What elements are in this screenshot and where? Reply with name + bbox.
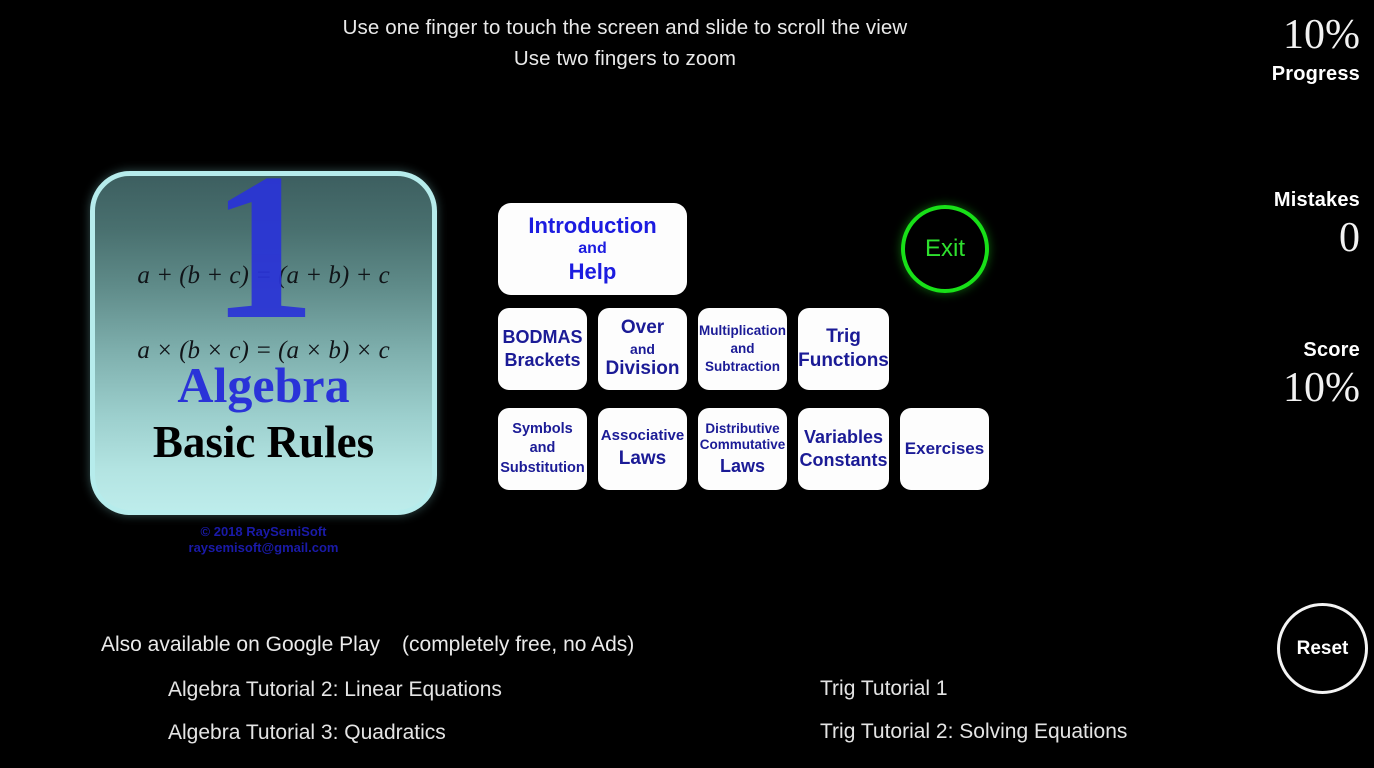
menu-button-introduction-help[interactable]: Introduction and Help [498,203,687,295]
exit-button[interactable]: Exit [901,205,989,293]
intro-line-2: and [578,239,607,257]
bodmas-line-2: Brackets [504,350,581,370]
progress-stat: 10% Progress [1272,14,1360,84]
variables-line-1: Variables [803,426,884,447]
mult-sub-line-1: Multiplication [699,322,786,338]
associative-line-2: Laws [618,448,667,470]
exercises-label: Exercises [904,438,985,458]
app-cover-card: a + (b + c) = (a + b) + c 1 a × (b × c) … [90,171,437,515]
associative-line-1: Associative [600,427,685,445]
app-screen: Use one finger to touch the screen and s… [0,0,1374,768]
cover-artwork: a + (b + c) = (a + b) + c 1 a × (b × c) … [90,171,437,515]
variables-line-2: Constants [799,450,888,470]
menu-button-symbols-and-substitution[interactable]: Symbols and Substitution [498,408,587,490]
copyright-block: © 2018 RaySemiSoft raysemisoft@gmail.com [90,524,437,556]
menu-button-trig-functions[interactable]: Trig Functions [798,308,889,390]
cover-tutorial-number: 1 [211,171,316,363]
dist-comm-line-1: Distributive [705,421,780,437]
promo-link-algebra-tutorial-2[interactable]: Algebra Tutorial 2: Linear Equations [168,678,502,702]
score-label: Score [1303,339,1360,361]
reset-button[interactable]: Reset [1277,603,1368,694]
over-division-line-3: Division [605,358,680,380]
progress-label: Progress [1271,63,1360,85]
symbols-line-3: Substitution [500,459,585,476]
score-stat: Score 10% [1283,340,1360,409]
menu-button-distributive-commutative-laws[interactable]: Distributive Commutative Laws [698,408,787,490]
menu-button-bodmas-brackets[interactable]: BODMAS Brackets [498,308,587,390]
exit-label: Exit [924,235,965,262]
menu-button-variables-constants[interactable]: Variables Constants [798,408,889,490]
dist-comm-line-2: Commutative [699,437,786,453]
progress-value: 10% [1283,12,1360,58]
promo-link-trig-tutorial-2[interactable]: Trig Tutorial 2: Solving Equations [820,720,1127,744]
intro-line-1: Introduction [528,213,657,239]
bodmas-line-1: BODMAS [502,326,583,347]
symbols-line-1: Symbols [512,420,573,437]
mult-sub-line-2: and [730,340,755,356]
score-value: 10% [1283,365,1360,411]
mult-sub-line-3: Subtraction [704,359,780,375]
over-division-line-2: and [630,340,655,357]
cover-title: Algebra [177,357,350,413]
promo-link-trig-tutorial-1[interactable]: Trig Tutorial 1 [820,677,948,701]
promo-link-algebra-tutorial-3[interactable]: Algebra Tutorial 3: Quadratics [168,721,446,745]
menu-button-exercises[interactable]: Exercises [900,408,989,490]
menu-button-associative-laws[interactable]: Associative Laws [598,408,687,490]
instructions-text: Use one finger to touch the screen and s… [0,12,1250,74]
instructions-line-2: Use two fingers to zoom [513,47,737,70]
over-division-line-1: Over [620,317,665,339]
menu-button-multiplication-and-subtraction[interactable]: Multiplication and Subtraction [698,308,787,390]
google-play-notice: Also available on Google Play (completely… [101,633,634,657]
contact-email: raysemisoft@gmail.com [188,540,339,555]
mistakes-value: 0 [1339,215,1360,261]
google-play-notice-main: Also available on Google Play [101,633,381,656]
reset-label: Reset [1296,637,1349,659]
symbols-line-2: and [529,440,556,457]
cover-subtitle: Basic Rules [152,417,375,467]
mistakes-label: Mistakes [1273,189,1360,211]
dist-comm-line-3: Laws [719,455,766,476]
copyright-line: © 2018 RaySemiSoft [200,524,327,539]
trig-functions-line-2: Functions [798,350,889,371]
menu-button-over-and-division[interactable]: Over and Division [598,308,687,390]
google-play-notice-note: (completely free, no Ads) [402,633,635,656]
mistakes-stat: Mistakes 0 [1274,190,1360,259]
instructions-line-1: Use one finger to touch the screen and s… [342,16,908,39]
trig-functions-line-1: Trig [826,325,861,347]
intro-line-3: Help [568,259,617,285]
